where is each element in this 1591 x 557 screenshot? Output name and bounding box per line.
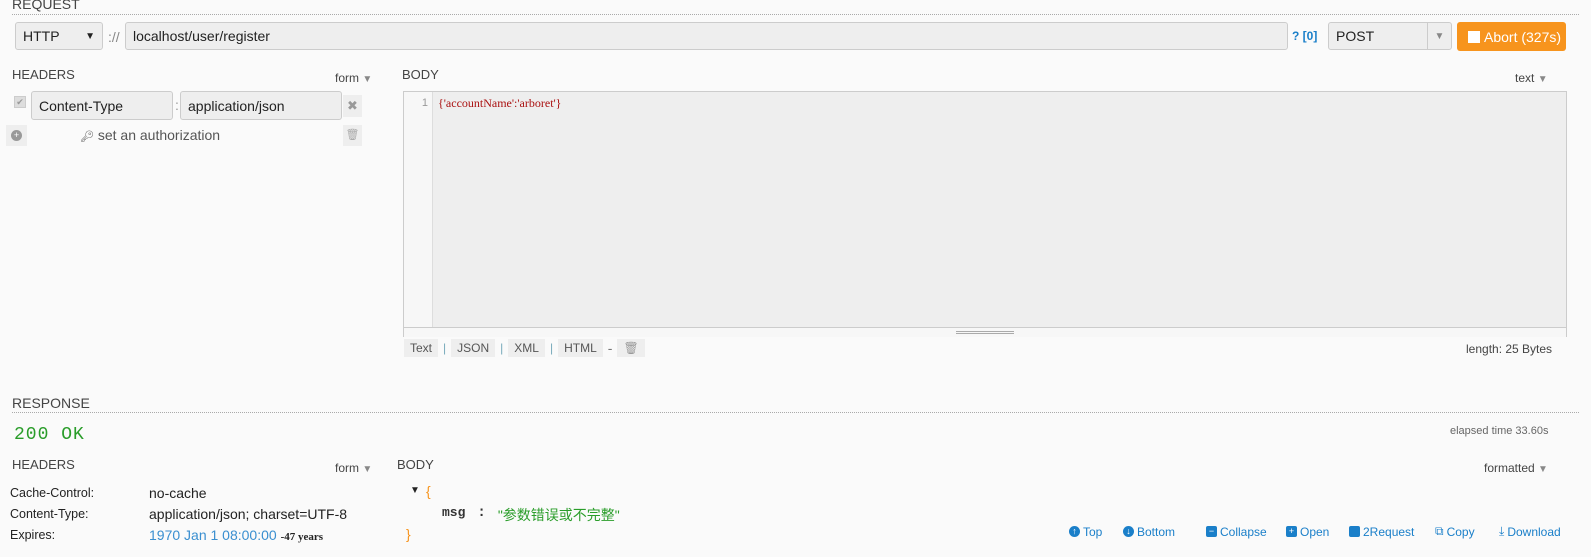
url-input[interactable]: localhost/user/register <box>125 22 1288 50</box>
status-code: 200 OK <box>14 425 85 445</box>
body-content[interactable]: {'accountName':'arboret'} <box>438 96 561 111</box>
relative-time: -47 years <box>280 531 324 543</box>
header-name: Cache-Control: <box>10 486 95 500</box>
remove-header-icon[interactable]: ✖ <box>343 95 362 117</box>
auth-label: set an authorization <box>97 127 221 143</box>
format-json[interactable]: JSON <box>451 339 496 357</box>
copy-button[interactable]: ⧉ Copy <box>1435 524 1499 539</box>
header-value: 1970 Jan 1 08:00:00 <box>149 527 277 543</box>
arrow-up-circle-icon: ↑ <box>1069 526 1080 537</box>
header-name: Expires: <box>10 528 56 542</box>
divider <box>12 14 1579 15</box>
response-body-title: BODY <box>397 457 434 472</box>
brace-open: { <box>426 483 431 499</box>
label: Download <box>1507 524 1561 539</box>
bottom-button[interactable]: ↓ Bottom <box>1123 524 1206 539</box>
body-editor[interactable]: 1 {'accountName':'arboret'} <box>403 91 1567 337</box>
label: Copy <box>1446 524 1475 539</box>
set-authorization-link[interactable]: 🔑︎ set an authorization <box>80 127 220 143</box>
format-xml[interactable]: XML <box>508 339 545 357</box>
response-header-names: Cache-Control: Content-Type: Expires: <box>10 483 94 546</box>
scheme-select[interactable]: HTTP ▼ <box>15 22 103 50</box>
format-text[interactable]: Text <box>404 339 439 357</box>
response-headers-title: HEADERS <box>12 457 75 472</box>
label: Bottom <box>1137 524 1176 539</box>
header-name: Content-Type: <box>10 507 89 521</box>
request-title: REQUEST <box>12 0 80 12</box>
response-header-values: no-cache application/json; charset=UTF-8… <box>149 483 347 548</box>
elapsed-time: elapsed time 33.60s <box>1450 425 1549 437</box>
key-icon: 🔑︎ <box>80 131 94 143</box>
stop-icon <box>1468 30 1480 43</box>
format-bar: Text | JSON | XML | HTML - 🗑︎ <box>404 339 645 357</box>
open-button[interactable]: + Open <box>1286 524 1349 539</box>
collapse-toggle-icon[interactable]: ▼ <box>410 485 420 496</box>
arrow-down-circle-icon: ↓ <box>1123 526 1134 537</box>
top-button[interactable]: ↑ Top <box>1069 524 1123 539</box>
method-value: POST <box>1336 28 1375 44</box>
label: Open <box>1300 524 1330 539</box>
label: Top <box>1083 524 1103 539</box>
divider <box>12 412 1579 413</box>
headers-title: HEADERS <box>12 67 75 82</box>
label: Collapse <box>1220 524 1267 539</box>
minus-square-icon: − <box>1206 526 1217 537</box>
to-request-button[interactable]: 2Request <box>1349 524 1435 539</box>
response-actions: ↑ Top ↓ Bottom − Collapse + Open 2Request ⧉ C… <box>1069 524 1561 539</box>
mode-label: formatted <box>1484 461 1535 475</box>
trash-icon[interactable]: 🗑︎ <box>617 339 645 357</box>
json-key: msg <box>442 505 466 520</box>
download-icon: ⤓ <box>1499 524 1505 538</box>
headers-mode-dropdown[interactable]: form ▼ <box>335 71 372 85</box>
mode-label: text <box>1515 71 1535 85</box>
copy-icon: ⧉ <box>1435 524 1444 538</box>
json-value: "参数错误或不完整" <box>497 507 620 523</box>
method-select[interactable]: POST ▼ <box>1328 22 1452 50</box>
header-value-input[interactable]: application/json <box>180 91 342 120</box>
header-value: no-cache <box>149 485 207 501</box>
response-body-mode[interactable]: formatted ▼ <box>1484 461 1548 475</box>
json-row: msg: "参数错误或不完整" <box>442 505 620 523</box>
chevron-down-icon: ▼ <box>1427 23 1451 49</box>
brace-close: } <box>406 526 411 542</box>
line-number: 1 <box>404 92 433 327</box>
body-length: length: 25 Bytes <box>1466 342 1553 356</box>
help-link[interactable]: ? [0] <box>1292 29 1317 43</box>
resize-handle[interactable] <box>404 327 1566 337</box>
header-enabled-checkbox[interactable]: ✔ <box>14 96 26 108</box>
body-title: BODY <box>402 67 439 82</box>
abort-label: Abort (327s) <box>1484 28 1562 45</box>
format-html[interactable]: HTML <box>558 339 603 357</box>
chevron-down-icon: ▼ <box>85 30 95 42</box>
file-icon <box>1349 526 1360 537</box>
add-header-button[interactable]: + <box>6 125 27 146</box>
header-name-input[interactable]: Content-Type <box>31 91 173 120</box>
response-headers-mode[interactable]: form ▼ <box>335 461 372 475</box>
colon: : <box>175 97 179 113</box>
scheme-value: HTTP <box>23 28 60 44</box>
scheme-separator: :// <box>108 29 120 45</box>
body-mode-dropdown[interactable]: text ▼ <box>1515 71 1548 85</box>
mode-label: form <box>335 71 359 85</box>
abort-button[interactable]: Abort (327s) <box>1457 22 1566 51</box>
download-button[interactable]: ⤓ Download <box>1499 524 1561 539</box>
plus-square-icon: + <box>1286 526 1297 537</box>
trash-icon[interactable]: 🗑︎ <box>343 125 362 146</box>
response-title: RESPONSE <box>12 395 90 411</box>
mode-label: form <box>335 461 359 475</box>
plus-circle-icon: + <box>11 130 22 141</box>
label: 2Request <box>1363 524 1415 539</box>
header-value: application/json; charset=UTF-8 <box>149 506 348 522</box>
collapse-button[interactable]: − Collapse <box>1206 524 1286 539</box>
